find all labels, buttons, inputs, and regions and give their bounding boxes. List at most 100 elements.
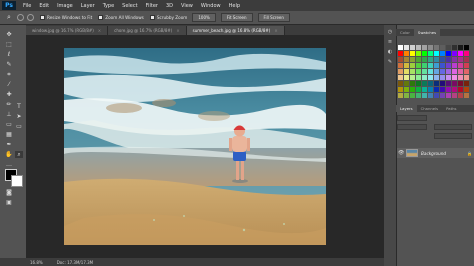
color-swatch[interactable] (464, 45, 469, 50)
color-swatch[interactable] (434, 81, 439, 86)
color-swatch[interactable] (440, 45, 445, 50)
tab-color[interactable]: Color (396, 29, 414, 36)
color-swatch[interactable] (404, 87, 409, 92)
menu-3d[interactable]: 3D (166, 3, 173, 9)
color-swatch[interactable] (434, 75, 439, 80)
color-swatch[interactable] (404, 63, 409, 68)
color-swatch[interactable] (416, 75, 421, 80)
color-swatch[interactable] (452, 51, 457, 56)
color-swatch[interactable] (458, 69, 463, 74)
zoom-level[interactable]: 16.8% (30, 260, 43, 265)
layer-row-background[interactable]: 👁 Background 🔒 (397, 148, 474, 158)
color-swatch[interactable] (410, 69, 415, 74)
color-swatch[interactable] (416, 69, 421, 74)
color-swatch[interactable] (434, 87, 439, 92)
healing-brush-tool-icon[interactable]: ✚ (5, 91, 13, 98)
color-swatch[interactable] (410, 57, 415, 62)
color-swatch[interactable] (416, 93, 421, 98)
history-icon[interactable]: ◷ (387, 29, 393, 35)
color-swatch[interactable] (458, 87, 463, 92)
color-swatch[interactable] (464, 51, 469, 56)
color-swatch[interactable] (398, 45, 403, 50)
color-swatch[interactable] (440, 63, 445, 68)
brush-presets-icon[interactable]: ✎ (387, 59, 393, 65)
color-swatch[interactable] (422, 51, 427, 56)
close-icon[interactable]: × (274, 28, 277, 33)
clone-stamp-tool-icon[interactable]: ⊥ (5, 111, 13, 118)
resize-windows-checkbox[interactable] (40, 15, 45, 20)
color-swatch[interactable] (404, 45, 409, 50)
color-swatch[interactable] (428, 69, 433, 74)
tab-summer-beach-jpg[interactable]: summer_beach.jpg @ 16.8% (RGB/8#) × (186, 26, 285, 35)
swatches-grid[interactable] (398, 45, 474, 113)
color-swatch[interactable] (464, 75, 469, 80)
color-swatch[interactable] (404, 75, 409, 80)
color-swatch[interactable] (422, 69, 427, 74)
fill-screen-button[interactable]: Fill Screen (257, 13, 290, 22)
blend-mode-select[interactable] (397, 124, 427, 130)
menu-select[interactable]: Select (122, 3, 137, 9)
color-swatch[interactable] (428, 57, 433, 62)
zoom-tool-icon[interactable]: ⌕ (4, 13, 14, 22)
color-swatch[interactable] (428, 93, 433, 98)
color-swatch[interactable] (404, 69, 409, 74)
color-swatch[interactable] (422, 45, 427, 50)
quick-select-tool-icon[interactable]: ✎ (5, 61, 13, 68)
color-swatch[interactable] (446, 69, 451, 74)
color-swatch[interactable] (404, 51, 409, 56)
eraser-tool-icon[interactable]: ▭ (5, 121, 13, 128)
close-icon[interactable]: × (98, 28, 101, 33)
color-swatch[interactable] (428, 81, 433, 86)
background-color-swatch[interactable] (11, 175, 23, 187)
canvas-workspace[interactable] (26, 35, 384, 258)
menu-view[interactable]: View (181, 3, 193, 9)
color-swatch[interactable] (446, 57, 451, 62)
color-swatch[interactable] (440, 81, 445, 86)
color-swatch[interactable] (458, 93, 463, 98)
tab-paths[interactable]: Paths (442, 105, 460, 112)
tab-window-jpg[interactable]: window.jpg @ 16.7% (RGB/8#) × (26, 26, 109, 35)
color-swatch[interactable] (464, 87, 469, 92)
screen-mode-icon[interactable]: ▣ (5, 199, 13, 206)
color-swatch[interactable] (428, 63, 433, 68)
color-swatch[interactable] (428, 45, 433, 50)
color-swatch[interactable] (446, 51, 451, 56)
scrubby-zoom-checkbox[interactable] (149, 15, 155, 20)
color-swatch[interactable] (446, 87, 451, 92)
color-swatch[interactable] (434, 93, 439, 98)
color-swatch[interactable] (410, 45, 415, 50)
color-swatch[interactable] (398, 63, 403, 68)
adjustments-icon[interactable]: ◐ (387, 49, 393, 55)
color-swatch[interactable] (398, 69, 403, 74)
color-swatch[interactable] (398, 57, 403, 62)
quick-mask-icon[interactable]: ◙ (5, 189, 13, 196)
color-swatch[interactable] (434, 45, 439, 50)
menu-help[interactable]: Help (229, 3, 240, 9)
color-swatch[interactable] (446, 75, 451, 80)
color-swatch[interactable] (416, 81, 421, 86)
beach-photo-canvas[interactable] (64, 48, 326, 245)
color-swatch[interactable] (398, 93, 403, 98)
opacity-field[interactable] (434, 124, 472, 130)
color-swatch[interactable] (464, 81, 469, 86)
color-swatch[interactable] (458, 45, 463, 50)
lasso-tool-icon[interactable]: ℓ (5, 51, 13, 58)
color-swatch[interactable] (458, 63, 463, 68)
color-swatch[interactable] (464, 93, 469, 98)
color-swatch[interactable] (452, 81, 457, 86)
menu-file[interactable]: File (23, 3, 31, 9)
color-swatch[interactable] (422, 81, 427, 86)
color-swatch[interactable] (440, 69, 445, 74)
color-swatch[interactable] (458, 57, 463, 62)
menu-type[interactable]: Type (103, 3, 114, 9)
tab-layers[interactable]: Layers (396, 105, 417, 112)
color-swatch[interactable] (458, 51, 463, 56)
path-select-tool-icon[interactable]: ➤ (15, 113, 23, 120)
eyedropper-tool-icon[interactable]: ⁄ (5, 81, 13, 88)
color-swatch[interactable] (446, 93, 451, 98)
color-swatch[interactable] (434, 57, 439, 62)
color-swatch[interactable] (446, 63, 451, 68)
color-swatch[interactable] (398, 51, 403, 56)
color-swatch[interactable] (410, 81, 415, 86)
color-swatch[interactable] (422, 63, 427, 68)
